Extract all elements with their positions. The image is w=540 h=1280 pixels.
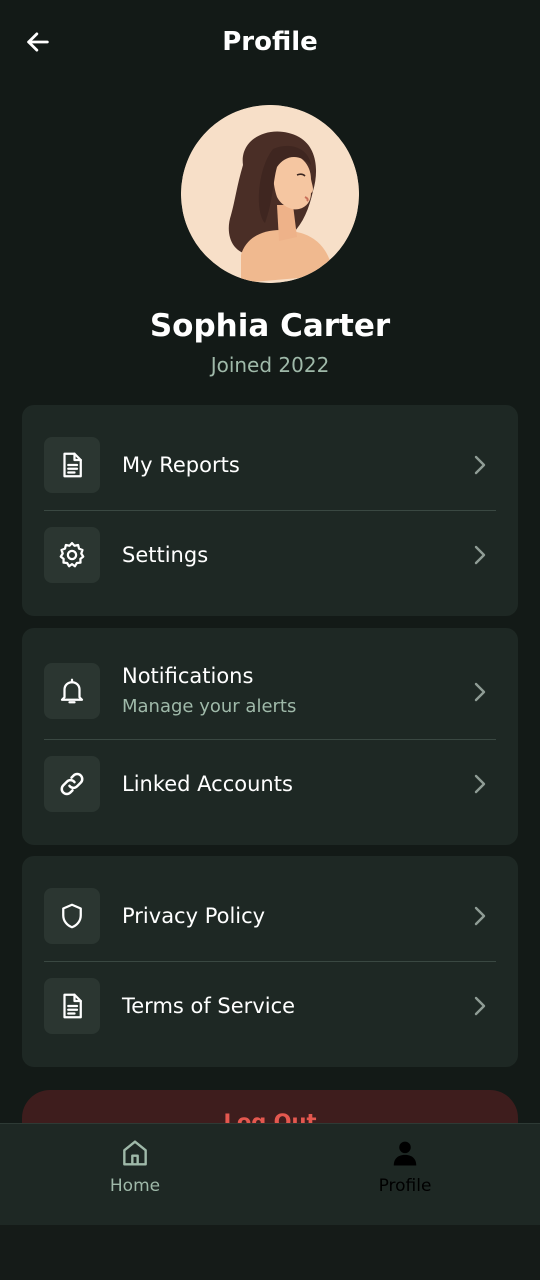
joined-date: Joined 2022 [210, 353, 330, 377]
divider [44, 510, 496, 511]
menu-item-privacy-policy[interactable]: Privacy Policy [22, 878, 518, 954]
menu-item-label: Settings [122, 543, 209, 567]
menu-item-settings[interactable]: Settings [22, 517, 518, 593]
divider [44, 739, 496, 740]
avatar [181, 105, 359, 283]
menu-item-label: Terms of Service [122, 994, 296, 1018]
avatar-illustration [181, 105, 359, 283]
document-icon [44, 978, 100, 1034]
chevron-right-icon [470, 772, 490, 796]
top-app-bar: Profile [0, 0, 540, 84]
nav-item-profile[interactable]: Profile [270, 1124, 540, 1225]
menu-item-terms-of-service[interactable]: Terms of Service [22, 968, 518, 1044]
home-icon [0, 1136, 270, 1170]
system-navigation-bar [0, 1225, 540, 1280]
profile-screen: Profile Sophia Carter Joined 2022 My Rep… [0, 0, 540, 1280]
bell-icon [44, 663, 100, 719]
nav-label-profile: Profile [378, 1176, 432, 1196]
chevron-right-icon [470, 680, 490, 704]
chevron-right-icon [470, 543, 490, 567]
bottom-navigation: Home Profile [0, 1123, 540, 1225]
menu-item-label: Privacy Policy [122, 904, 266, 928]
user-name: Sophia Carter [149, 308, 391, 344]
nav-label-home: Home [109, 1176, 161, 1196]
menu-item-notifications[interactable]: Notifications Manage your alerts [22, 650, 518, 734]
menu-item-linked-accounts[interactable]: Linked Accounts [22, 746, 518, 822]
menu-card-legal: Privacy Policy Terms of Service [22, 856, 518, 1067]
divider [44, 961, 496, 962]
menu-item-sublabel: Manage your alerts [122, 696, 297, 717]
menu-item-label: Linked Accounts [122, 772, 293, 796]
shield-icon [44, 888, 100, 944]
menu-card-account: My Reports Settings [22, 405, 518, 616]
nav-item-home[interactable]: Home [0, 1124, 270, 1225]
document-icon [44, 437, 100, 493]
page-title: Profile [222, 27, 318, 57]
chevron-right-icon [470, 994, 490, 1018]
link-icon [44, 756, 100, 812]
gear-icon [44, 527, 100, 583]
chevron-right-icon [470, 904, 490, 928]
menu-item-label: Notifications [122, 664, 254, 688]
menu-item-my-reports[interactable]: My Reports [22, 427, 518, 503]
menu-card-preferences: Notifications Manage your alerts Linked … [22, 628, 518, 845]
menu-item-label: My Reports [122, 453, 240, 477]
person-icon [270, 1136, 540, 1170]
chevron-right-icon [470, 453, 490, 477]
